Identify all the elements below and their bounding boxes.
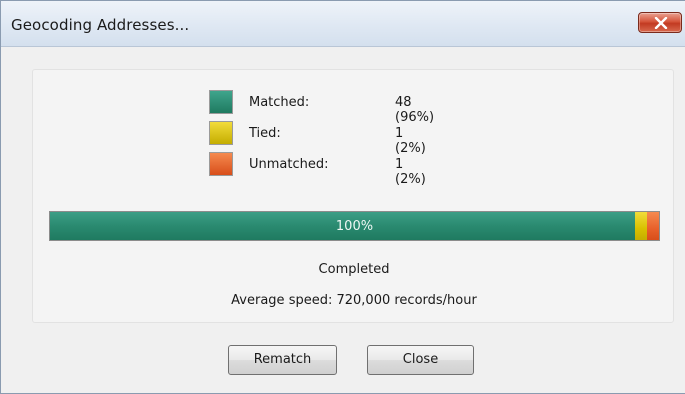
geocoding-dialog: Geocoding Addresses... Matched: 48 (96%)… [0,0,685,394]
title-bar: Geocoding Addresses... [1,1,685,47]
tied-swatch [209,121,233,145]
status-completed: Completed [318,262,390,277]
unmatched-swatch [209,152,233,176]
tied-label: Tied: [249,126,281,141]
window-title: Geocoding Addresses... [11,16,190,34]
status-speed: Average speed: 720,000 records/hour [231,293,477,308]
close-button[interactable]: Close [367,345,474,375]
results-panel: Matched: 48 (96%) Tied: 1 (2%) Unmatched… [32,69,674,323]
matched-swatch [209,90,233,114]
close-icon [654,17,668,29]
unmatched-label: Unmatched: [249,157,329,172]
tied-value: 1 (2%) [395,126,426,156]
rematch-button[interactable]: Rematch [228,345,337,375]
matched-value: 48 (96%) [395,95,435,125]
progress-percent: 100% [335,219,374,234]
unmatched-value: 1 (2%) [395,157,426,187]
progress-bar: 100% [49,211,660,241]
matched-label: Matched: [249,95,310,110]
window-close-button[interactable] [638,12,682,33]
